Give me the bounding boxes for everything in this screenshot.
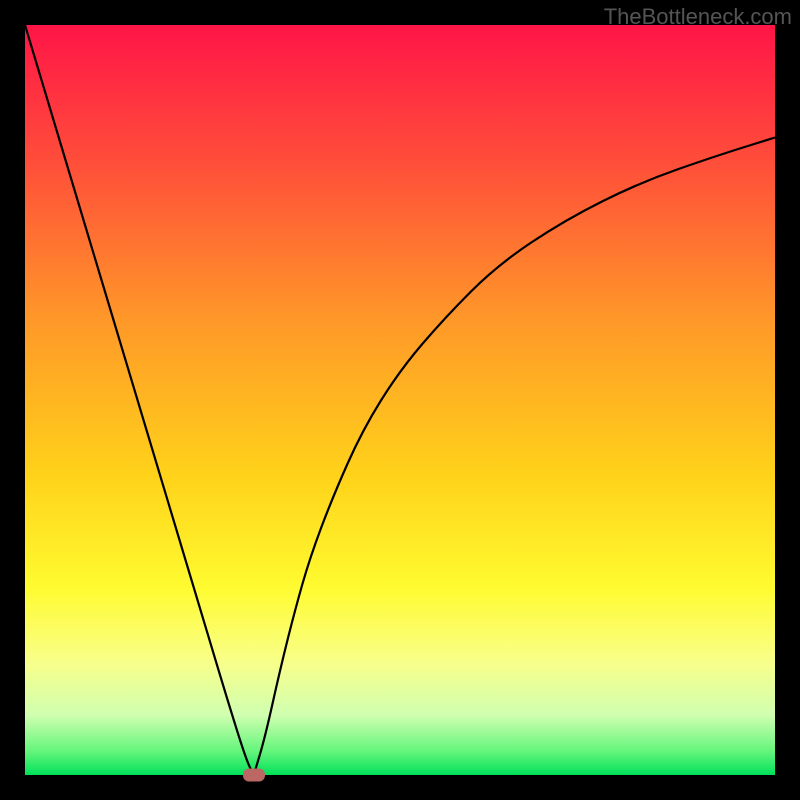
chart-container: TheBottleneck.com bbox=[0, 0, 800, 800]
minimum-marker bbox=[243, 769, 265, 782]
watermark-text: TheBottleneck.com bbox=[604, 4, 792, 30]
plot-area bbox=[25, 25, 775, 775]
curve-layer bbox=[25, 25, 775, 775]
left-branch-curve bbox=[25, 25, 254, 775]
right-branch-curve bbox=[254, 138, 775, 776]
